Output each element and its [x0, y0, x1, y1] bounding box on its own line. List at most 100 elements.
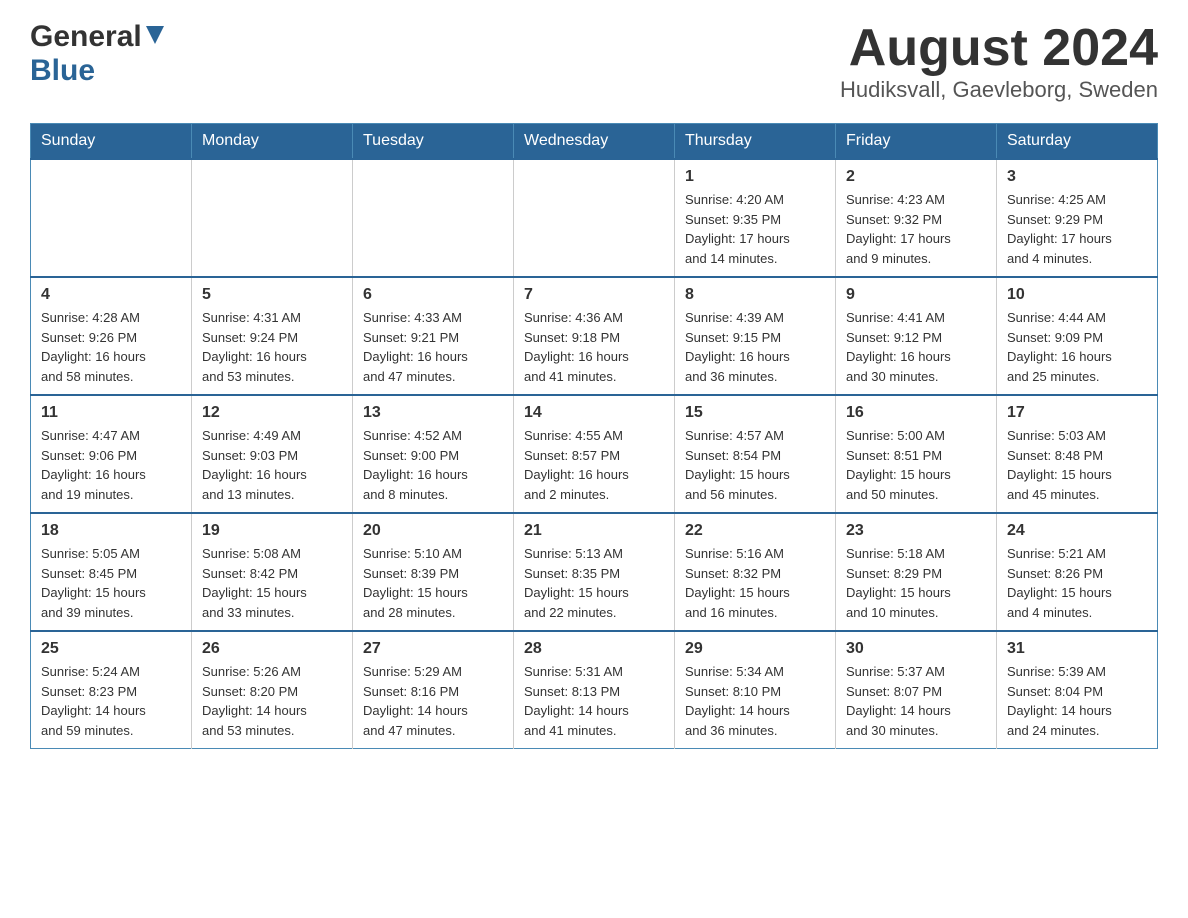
day-number: 9 — [846, 286, 986, 304]
calendar-header-friday: Friday — [836, 124, 997, 160]
day-info: Sunrise: 4:20 AM Sunset: 9:35 PM Dayligh… — [685, 190, 825, 268]
day-number: 15 — [685, 404, 825, 422]
day-info: Sunrise: 4:39 AM Sunset: 9:15 PM Dayligh… — [685, 308, 825, 386]
day-number: 19 — [202, 522, 342, 540]
day-number: 28 — [524, 640, 664, 658]
day-info: Sunrise: 4:25 AM Sunset: 9:29 PM Dayligh… — [1007, 190, 1147, 268]
day-number: 11 — [41, 404, 181, 422]
day-info: Sunrise: 5:03 AM Sunset: 8:48 PM Dayligh… — [1007, 426, 1147, 504]
calendar-day: 11 Sunrise: 4:47 AM Sunset: 9:06 PM Dayli… — [31, 395, 192, 513]
day-info: Sunrise: 4:57 AM Sunset: 8:54 PM Dayligh… — [685, 426, 825, 504]
calendar-day: 15 Sunrise: 4:57 AM Sunset: 8:54 PM Dayli… — [675, 395, 836, 513]
day-info: Sunrise: 5:31 AM Sunset: 8:13 PM Dayligh… — [524, 662, 664, 740]
day-number: 31 — [1007, 640, 1147, 658]
calendar-day: 10Sunrise: 4:44 AM Sunset: 9:09 PM Dayli… — [997, 277, 1158, 395]
calendar-day: 12 Sunrise: 4:49 AM Sunset: 9:03 PM Dayli… — [192, 395, 353, 513]
calendar-day: 5Sunrise: 4:31 AM Sunset: 9:24 PM Daylig… — [192, 277, 353, 395]
calendar-day: 3 Sunrise: 4:25 AM Sunset: 9:29 PM Daylig… — [997, 159, 1158, 277]
calendar-day: 21Sunrise: 5:13 AM Sunset: 8:35 PM Dayli… — [514, 513, 675, 631]
calendar-day: 4 Sunrise: 4:28 AM Sunset: 9:26 PM Daylig… — [31, 277, 192, 395]
day-number: 1 — [685, 168, 825, 186]
calendar-day: 23 Sunrise: 5:18 AM Sunset: 8:29 PM Dayli… — [836, 513, 997, 631]
logo-blue-text: Blue — [30, 54, 95, 88]
day-info: Sunrise: 4:41 AM Sunset: 9:12 PM Dayligh… — [846, 308, 986, 386]
calendar-day: 9 Sunrise: 4:41 AM Sunset: 9:12 PM Daylig… — [836, 277, 997, 395]
calendar-day: 1 Sunrise: 4:20 AM Sunset: 9:35 PM Daylig… — [675, 159, 836, 277]
day-info: Sunrise: 4:47 AM Sunset: 9:06 PM Dayligh… — [41, 426, 181, 504]
day-number: 23 — [846, 522, 986, 540]
day-number: 6 — [363, 286, 503, 304]
calendar-table: SundayMondayTuesdayWednesdayThursdayFrid… — [30, 123, 1158, 749]
calendar-day: 8 Sunrise: 4:39 AM Sunset: 9:15 PM Daylig… — [675, 277, 836, 395]
day-info: Sunrise: 4:55 AM Sunset: 8:57 PM Dayligh… — [524, 426, 664, 504]
day-info: Sunrise: 5:10 AM Sunset: 8:39 PM Dayligh… — [363, 544, 503, 622]
day-number: 10 — [1007, 286, 1147, 304]
calendar-day — [514, 159, 675, 277]
day-info: Sunrise: 5:34 AM Sunset: 8:10 PM Dayligh… — [685, 662, 825, 740]
calendar-day: 31 Sunrise: 5:39 AM Sunset: 8:04 PM Dayli… — [997, 631, 1158, 749]
day-info: Sunrise: 5:37 AM Sunset: 8:07 PM Dayligh… — [846, 662, 986, 740]
calendar-header-wednesday: Wednesday — [514, 124, 675, 160]
calendar-week-1: 1 Sunrise: 4:20 AM Sunset: 9:35 PM Daylig… — [31, 159, 1158, 277]
logo: General Blue — [30, 20, 164, 88]
calendar-day — [353, 159, 514, 277]
day-info: Sunrise: 5:26 AM Sunset: 8:20 PM Dayligh… — [202, 662, 342, 740]
day-number: 20 — [363, 522, 503, 540]
day-number: 12 — [202, 404, 342, 422]
calendar-header-tuesday: Tuesday — [353, 124, 514, 160]
day-number: 2 — [846, 168, 986, 186]
calendar-week-4: 18 Sunrise: 5:05 AM Sunset: 8:45 PM Dayli… — [31, 513, 1158, 631]
day-info: Sunrise: 5:24 AM Sunset: 8:23 PM Dayligh… — [41, 662, 181, 740]
day-number: 3 — [1007, 168, 1147, 186]
calendar-header-sunday: Sunday — [31, 124, 192, 160]
day-number: 4 — [41, 286, 181, 304]
day-info: Sunrise: 5:05 AM Sunset: 8:45 PM Dayligh… — [41, 544, 181, 622]
calendar-day: 2Sunrise: 4:23 AM Sunset: 9:32 PM Daylig… — [836, 159, 997, 277]
calendar-day: 28 Sunrise: 5:31 AM Sunset: 8:13 PM Dayli… — [514, 631, 675, 749]
day-number: 18 — [41, 522, 181, 540]
calendar-day: 22Sunrise: 5:16 AM Sunset: 8:32 PM Dayli… — [675, 513, 836, 631]
calendar-header-monday: Monday — [192, 124, 353, 160]
day-info: Sunrise: 5:21 AM Sunset: 8:26 PM Dayligh… — [1007, 544, 1147, 622]
day-info: Sunrise: 5:18 AM Sunset: 8:29 PM Dayligh… — [846, 544, 986, 622]
calendar-day: 29 Sunrise: 5:34 AM Sunset: 8:10 PM Dayli… — [675, 631, 836, 749]
day-info: Sunrise: 5:08 AM Sunset: 8:42 PM Dayligh… — [202, 544, 342, 622]
calendar-day: 17Sunrise: 5:03 AM Sunset: 8:48 PM Dayli… — [997, 395, 1158, 513]
calendar-day: 30 Sunrise: 5:37 AM Sunset: 8:07 PM Dayli… — [836, 631, 997, 749]
calendar-day: 14 Sunrise: 4:55 AM Sunset: 8:57 PM Dayli… — [514, 395, 675, 513]
day-info: Sunrise: 4:52 AM Sunset: 9:00 PM Dayligh… — [363, 426, 503, 504]
calendar-day: 18 Sunrise: 5:05 AM Sunset: 8:45 PM Dayli… — [31, 513, 192, 631]
calendar-day — [192, 159, 353, 277]
day-number: 14 — [524, 404, 664, 422]
logo-general-text: General — [30, 20, 142, 54]
calendar-day: 24 Sunrise: 5:21 AM Sunset: 8:26 PM Dayli… — [997, 513, 1158, 631]
calendar-day — [31, 159, 192, 277]
day-number: 24 — [1007, 522, 1147, 540]
day-number: 5 — [202, 286, 342, 304]
calendar-day: 6Sunrise: 4:33 AM Sunset: 9:21 PM Daylig… — [353, 277, 514, 395]
day-info: Sunrise: 4:28 AM Sunset: 9:26 PM Dayligh… — [41, 308, 181, 386]
day-number: 7 — [524, 286, 664, 304]
calendar-day: 25Sunrise: 5:24 AM Sunset: 8:23 PM Dayli… — [31, 631, 192, 749]
day-number: 8 — [685, 286, 825, 304]
day-info: Sunrise: 4:36 AM Sunset: 9:18 PM Dayligh… — [524, 308, 664, 386]
page-title: August 2024 — [840, 20, 1158, 77]
day-info: Sunrise: 5:29 AM Sunset: 8:16 PM Dayligh… — [363, 662, 503, 740]
day-number: 30 — [846, 640, 986, 658]
page-header: General Blue August 2024 Hudiksvall, Gae… — [30, 20, 1158, 103]
calendar-day: 27 Sunrise: 5:29 AM Sunset: 8:16 PM Dayli… — [353, 631, 514, 749]
calendar-week-2: 4 Sunrise: 4:28 AM Sunset: 9:26 PM Daylig… — [31, 277, 1158, 395]
day-info: Sunrise: 5:16 AM Sunset: 8:32 PM Dayligh… — [685, 544, 825, 622]
page-subtitle: Hudiksvall, Gaevleborg, Sweden — [840, 77, 1158, 103]
day-number: 29 — [685, 640, 825, 658]
day-number: 21 — [524, 522, 664, 540]
calendar-header-saturday: Saturday — [997, 124, 1158, 160]
day-info: Sunrise: 5:39 AM Sunset: 8:04 PM Dayligh… — [1007, 662, 1147, 740]
day-number: 16 — [846, 404, 986, 422]
day-info: Sunrise: 4:49 AM Sunset: 9:03 PM Dayligh… — [202, 426, 342, 504]
calendar-day: 26 Sunrise: 5:26 AM Sunset: 8:20 PM Dayli… — [192, 631, 353, 749]
calendar-week-3: 11 Sunrise: 4:47 AM Sunset: 9:06 PM Dayli… — [31, 395, 1158, 513]
day-number: 26 — [202, 640, 342, 658]
day-number: 27 — [363, 640, 503, 658]
calendar-day: 7 Sunrise: 4:36 AM Sunset: 9:18 PM Daylig… — [514, 277, 675, 395]
